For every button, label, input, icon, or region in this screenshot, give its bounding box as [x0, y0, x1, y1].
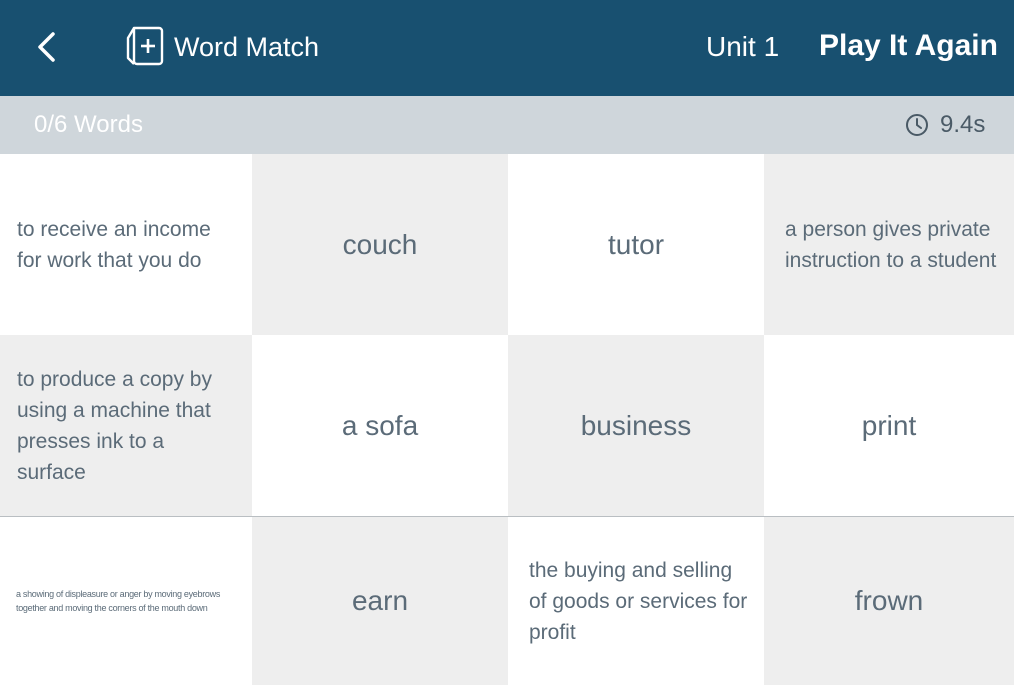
match-card[interactable]: print: [764, 335, 1014, 516]
unit-label[interactable]: Unit 1: [706, 29, 779, 65]
card-text: to produce a copy by using a machine tha…: [17, 367, 212, 484]
card-text: the buying and selling of goods or servi…: [529, 558, 748, 644]
card-text: earn: [351, 585, 409, 616]
match-card[interactable]: a showing of displeasure or anger by mov…: [0, 517, 252, 685]
chevron-left-icon: [38, 32, 55, 62]
match-card[interactable]: couch: [252, 154, 508, 335]
card-text: print: [861, 409, 917, 441]
match-card[interactable]: frown: [764, 517, 1014, 685]
card-text: tutor: [607, 228, 665, 260]
card-text: a showing of displeasure or anger by mov…: [16, 589, 221, 613]
match-card[interactable]: to produce a copy by using a machine tha…: [0, 335, 252, 516]
add-card-icon: [126, 26, 164, 66]
timer-value: 9.4s: [940, 111, 986, 138]
card-text: couch: [342, 228, 418, 260]
row-divider: [0, 516, 1014, 517]
card-text: frown: [854, 585, 924, 616]
app-title: Word Match: [174, 32, 320, 62]
match-card[interactable]: to receive an income for work that you d…: [0, 154, 252, 335]
match-card[interactable]: a person gives private instruction to a …: [764, 154, 1014, 335]
card-text: to receive an income for work that you d…: [17, 217, 211, 272]
back-button[interactable]: [26, 26, 66, 68]
clock-icon: [906, 114, 928, 136]
play-again-button[interactable]: Play It Again: [819, 27, 998, 65]
card-text: business: [580, 409, 692, 441]
match-card[interactable]: business: [508, 335, 764, 516]
word-count: 0/6 Words: [34, 111, 143, 138]
match-card[interactable]: tutor: [508, 154, 764, 335]
top-app-bar: Word Match Unit 1 Play It Again: [0, 0, 1014, 96]
status-bar: 0/6 Words: [0, 96, 1014, 154]
match-grid: to receive an income for work that you d…: [0, 154, 1014, 685]
match-card[interactable]: the buying and selling of goods or servi…: [508, 517, 764, 685]
card-text: a sofa: [341, 409, 419, 441]
match-card[interactable]: earn: [252, 517, 508, 685]
card-text: a person gives private instruction to a …: [785, 217, 997, 272]
match-card[interactable]: a sofa: [252, 335, 508, 516]
